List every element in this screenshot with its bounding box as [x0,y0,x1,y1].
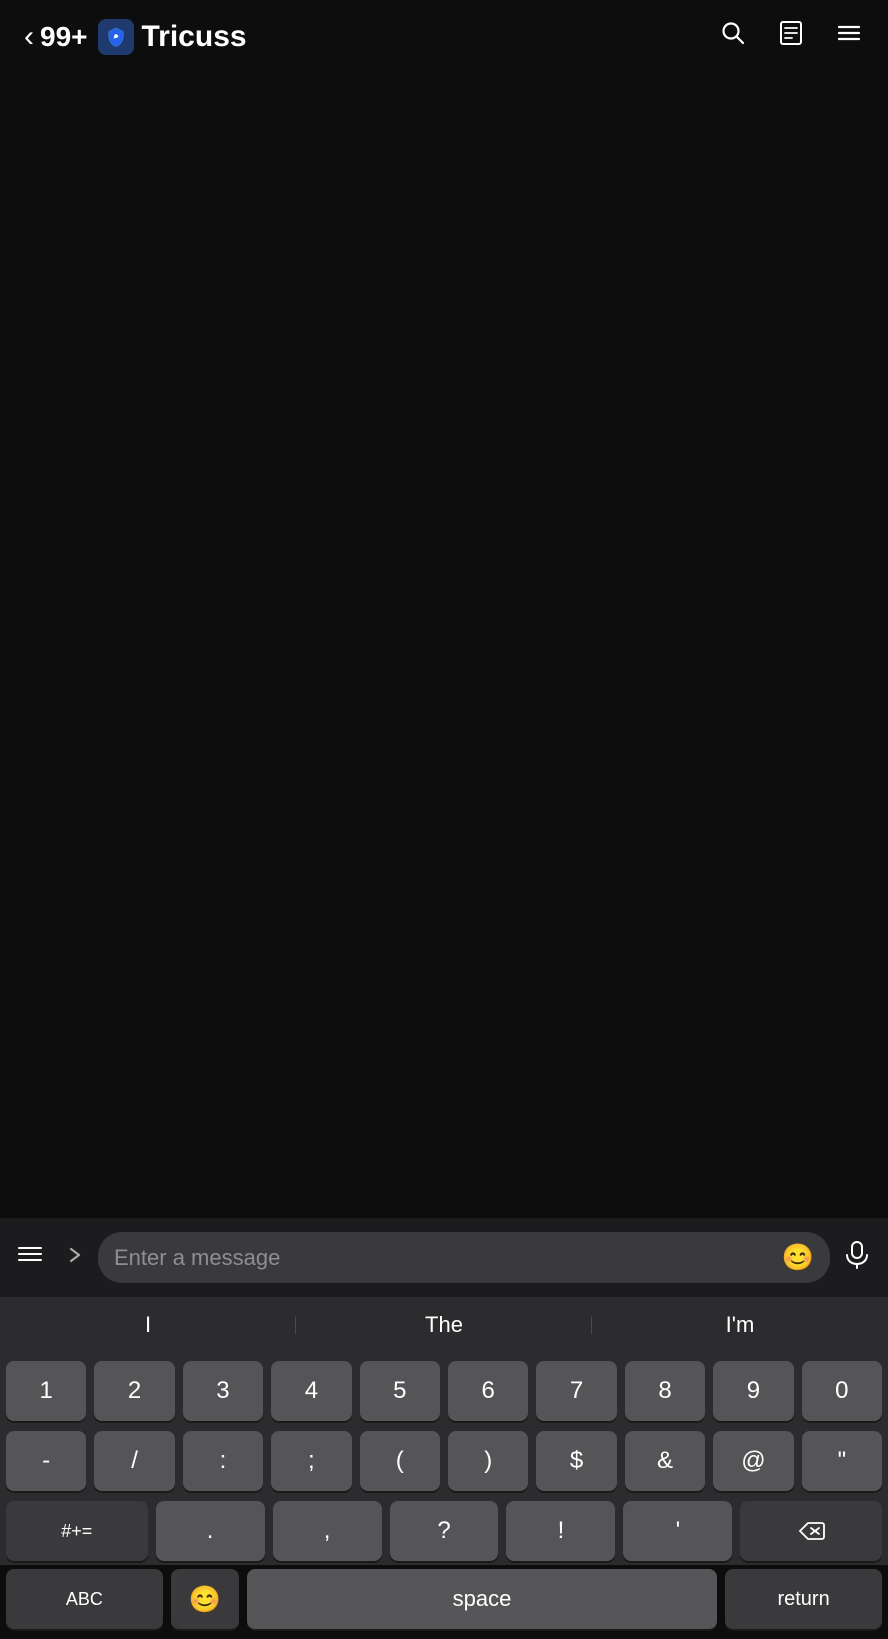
key-3[interactable]: 3 [183,1361,263,1421]
chat-area [0,69,888,1218]
key-0[interactable]: 0 [802,1361,882,1421]
key-comma[interactable]: , [273,1501,382,1561]
misc-row: #+= . , ? ! ' [6,1501,882,1561]
key-doublequote[interactable]: " [802,1431,882,1491]
menu-icon[interactable] [834,18,864,55]
key-colon[interactable]: : [183,1431,263,1491]
key-backspace[interactable] [740,1501,882,1561]
key-slash[interactable]: / [94,1431,174,1491]
key-at[interactable]: @ [713,1431,793,1491]
back-button[interactable]: ‹ 99+ [24,20,88,54]
expand-icon[interactable] [64,1244,86,1272]
channel-name: Tricuss [142,20,247,54]
number-row: 1 2 3 4 5 6 7 8 9 0 [6,1361,882,1421]
input-left-icons [16,1240,86,1275]
key-4[interactable]: 4 [271,1361,351,1421]
key-return[interactable]: return [725,1569,882,1629]
header-right [718,18,864,55]
key-emoji[interactable]: 😊 [171,1569,239,1629]
predictive-word-1[interactable]: I [0,1304,296,1346]
key-minus[interactable]: - [6,1431,86,1491]
predictive-bar: I The I'm [0,1297,888,1353]
shield-icon [105,26,127,48]
predictive-word-2[interactable]: The [296,1304,592,1346]
key-closeparen[interactable]: ) [448,1431,528,1491]
key-dollar[interactable]: $ [536,1431,616,1491]
key-period[interactable]: . [156,1501,265,1561]
mic-button[interactable] [842,1239,872,1276]
key-hashplus[interactable]: #+= [6,1501,148,1561]
key-1[interactable]: 1 [6,1361,86,1421]
input-bar: 😊 [0,1218,888,1297]
search-icon[interactable] [718,18,748,55]
key-ampersand[interactable]: & [625,1431,705,1491]
message-input[interactable] [114,1245,772,1271]
keyboard: 1 2 3 4 5 6 7 8 9 0 - / : ; ( ) $ & @ " … [0,1353,888,1565]
key-exclaim[interactable]: ! [506,1501,615,1561]
notes-icon[interactable] [776,18,806,55]
key-8[interactable]: 8 [625,1361,705,1421]
key-7[interactable]: 7 [536,1361,616,1421]
key-5[interactable]: 5 [360,1361,440,1421]
key-abc[interactable]: ABC [6,1569,163,1629]
key-9[interactable]: 9 [713,1361,793,1421]
keyboard-bottom-row: ABC 😊 space return [0,1565,888,1639]
back-chevron-icon: ‹ [24,20,34,54]
key-2[interactable]: 2 [94,1361,174,1421]
message-input-wrapper: 😊 [98,1232,830,1283]
header: ‹ 99+ Tricuss [0,0,888,69]
predictive-word-3[interactable]: I'm [592,1304,888,1346]
symbol-row: - / : ; ( ) $ & @ " [6,1431,882,1491]
back-count: 99+ [40,21,88,53]
header-left: ‹ 99+ Tricuss [24,19,247,55]
input-menu-icon[interactable] [16,1240,44,1275]
key-question[interactable]: ? [390,1501,499,1561]
key-openparen[interactable]: ( [360,1431,440,1491]
channel-badge [98,19,134,55]
channel-info[interactable]: Tricuss [98,19,247,55]
key-space[interactable]: space [247,1569,717,1629]
key-6[interactable]: 6 [448,1361,528,1421]
key-semicolon[interactable]: ; [271,1431,351,1491]
emoji-button[interactable]: 😊 [782,1242,814,1273]
key-apostrophe[interactable]: ' [623,1501,732,1561]
